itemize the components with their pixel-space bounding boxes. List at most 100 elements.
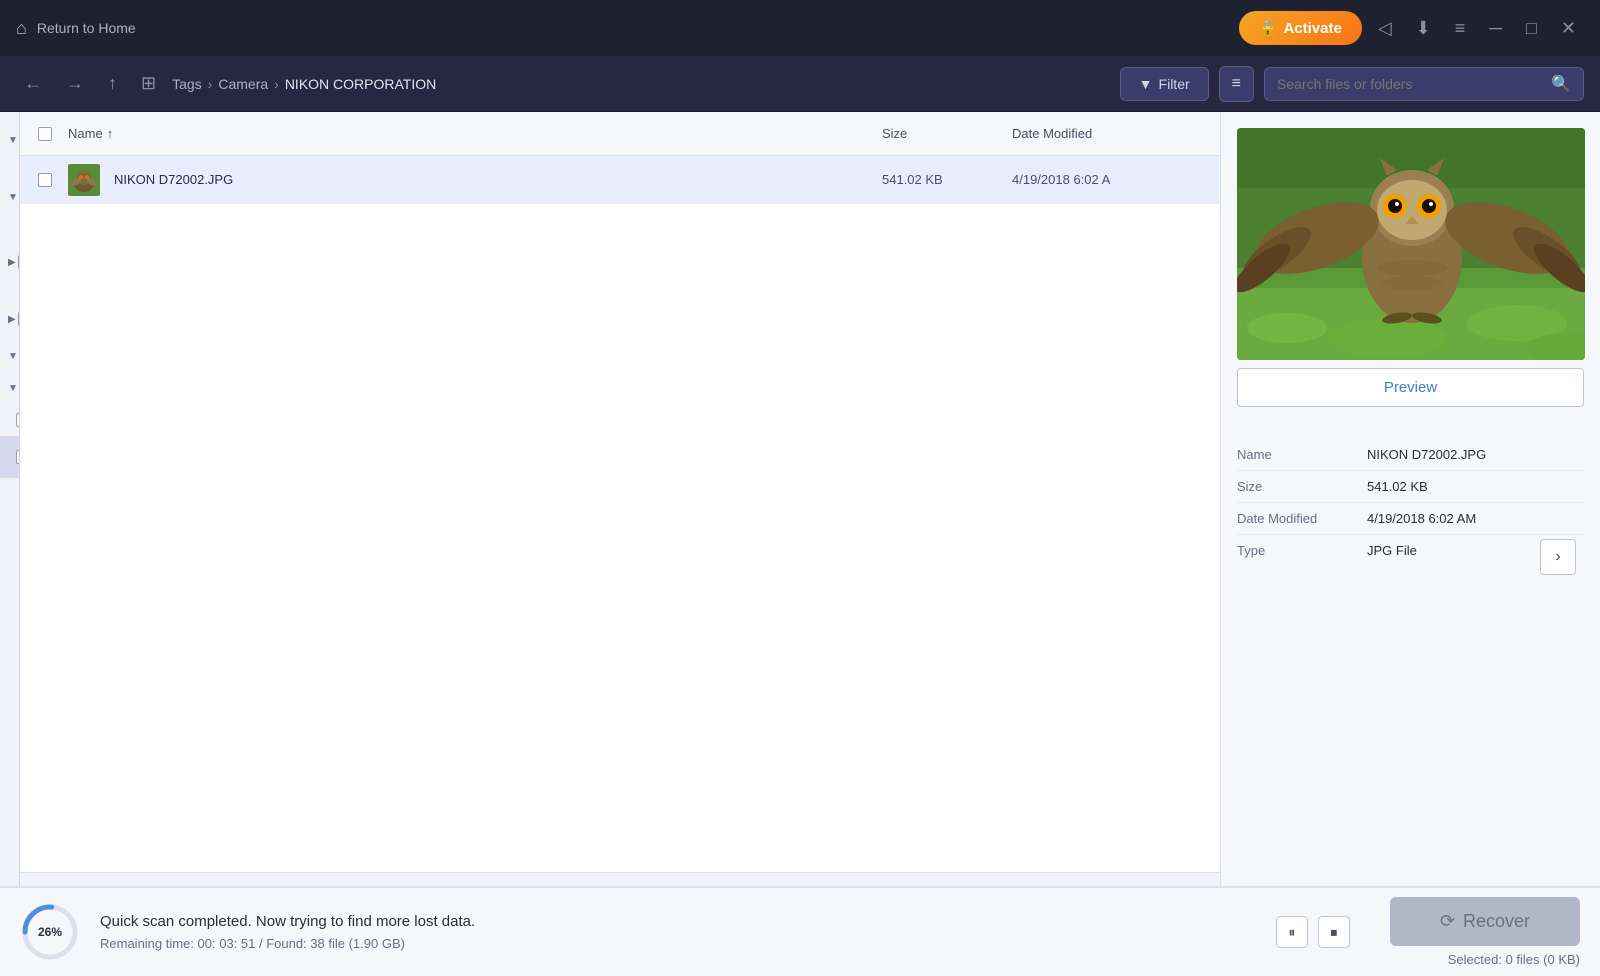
progress-circle: 26% <box>20 902 80 962</box>
select-all-checkbox[interactable] <box>38 127 52 141</box>
breadcrumb-current: NIKON CORPORATION <box>285 76 436 92</box>
back-button[interactable]: ← <box>16 67 50 100</box>
selected-info: Selected: 0 files (0 KB) <box>1448 952 1580 967</box>
file-date-value: 4/19/2018 6:02 A <box>1012 172 1110 187</box>
search-input[interactable] <box>1277 76 1543 92</box>
file-name-col: NIKON D72002.JPG <box>68 164 882 196</box>
forward-button[interactable]: → <box>58 67 92 100</box>
title-bar-left: ⌂ Return to Home <box>16 18 136 39</box>
column-name[interactable]: Name ↑ <box>68 126 882 141</box>
file-name-text: NIKON D72002.JPG <box>114 172 233 187</box>
column-size[interactable]: Size <box>882 126 1012 141</box>
detail-row-date: Date Modified 4/19/2018 6:02 AM <box>1237 503 1584 535</box>
type-label: Type <box>1237 543 1367 558</box>
status-sub-text: Remaining time: 00: 03: 51 / Found: 38 f… <box>100 936 1256 951</box>
preview-panel: Preview Name NIKON D72002.JPG Size 541.0… <box>1220 112 1600 886</box>
file-checkbox-nikon[interactable] <box>38 173 52 187</box>
file-list: Name ↑ Size Date Modified <box>20 112 1220 886</box>
home-icon: ⌂ <box>16 18 27 39</box>
recover-button[interactable]: ⟳ Recover <box>1390 897 1580 946</box>
detail-row-size: Size 541.02 KB <box>1237 471 1584 503</box>
status-info: Quick scan completed. Now trying to find… <box>100 913 1256 951</box>
size-label: Size <box>1237 479 1367 494</box>
header-checkbox-col <box>28 127 68 141</box>
close-button[interactable]: ✕ <box>1553 14 1584 43</box>
search-icon[interactable]: 🔍 <box>1551 74 1571 94</box>
cloud-button[interactable]: ⬇ <box>1408 14 1439 43</box>
maximize-button[interactable]: □ <box>1518 14 1545 43</box>
title-bar: ⌂ Return to Home 🔒 Activate ◁ ⬇ ≡ ─ □ ✕ <box>0 0 1600 56</box>
next-button[interactable]: › <box>1540 539 1576 575</box>
toggle-tags: ▼ <box>8 351 18 362</box>
menu-button[interactable]: ≡ <box>1447 14 1474 43</box>
status-bar: 26% Quick scan completed. Now trying to … <box>0 886 1600 976</box>
recover-label: Recover <box>1463 911 1530 932</box>
toggle-existing: ▶ <box>8 314 16 325</box>
detail-row-name: Name NIKON D72002.JPG <box>1237 439 1584 471</box>
sidebar-item-camera[interactable]: ▼ 📁 Camera 3 <box>0 372 19 404</box>
column-date-modified[interactable]: Date Modified <box>1012 126 1212 141</box>
toggle-camera: ▼ <box>8 383 18 394</box>
toggle-other-lost: ▼ <box>8 192 18 203</box>
sidebar-item-tags[interactable]: ▼ 🏷 Tags ❓ 3 <box>0 340 19 372</box>
horizontal-scrollbar[interactable] <box>20 872 1220 886</box>
row-checkbox-col <box>28 173 68 187</box>
date-value: 4/19/2018 6:02 AM <box>1367 511 1584 526</box>
sidebar-item-other-lost[interactable]: ▼ 📁 Other Lost Files 33 <box>0 169 19 226</box>
file-size-value: 541.02 KB <box>882 172 943 187</box>
breadcrumb-camera[interactable]: Camera <box>218 76 268 92</box>
recover-section: ⟳ Recover Selected: 0 files (0 KB) <box>1390 897 1580 967</box>
sidebar: ▼ 💾 CF CARD (F:) 35 ▼ 📁 Other Lost Files… <box>0 112 20 886</box>
view-menu-button[interactable]: ≡ <box>1219 66 1254 102</box>
up-button[interactable]: ↑ <box>100 67 125 100</box>
progress-percent: 26% <box>38 925 62 939</box>
size-value: 541.02 KB <box>1367 479 1584 494</box>
recover-icon: ⟳ <box>1440 911 1455 932</box>
lock-icon: 🔒 <box>1259 19 1278 37</box>
toggle-files-lost: ▶ <box>8 257 16 268</box>
main-layout: ▼ 💾 CF CARD (F:) 35 ▼ 📁 Other Lost Files… <box>0 112 1600 886</box>
sidebar-item-existing[interactable]: ▶ 📁 Existing Files 2 <box>0 298 19 340</box>
share-button[interactable]: ◁ <box>1370 14 1400 43</box>
file-thumbnail <box>68 164 100 196</box>
sidebar-item-files-lost[interactable]: ▶ ⭐ Files Lost Original N... ❓ 29 <box>0 226 19 298</box>
sidebar-item-nikon[interactable]: 📁 NIKON CORPORATION 1 <box>0 436 19 478</box>
title-bar-right: 🔒 Activate ◁ ⬇ ≡ ─ □ ✕ <box>1239 11 1584 45</box>
filter-button[interactable]: ▼ Filter <box>1120 67 1209 101</box>
toggle-canon <box>8 415 14 426</box>
toggle-cf-card: ▼ <box>8 135 18 146</box>
toggle-nikon <box>8 452 14 463</box>
minimize-button[interactable]: ─ <box>1481 14 1510 43</box>
status-controls: ⏸ ⏹ <box>1276 916 1350 948</box>
file-size-col: 541.02 KB <box>882 172 1012 187</box>
activate-label: Activate <box>1283 20 1341 37</box>
nav-bar: ← → ↑ ⊞ Tags › Camera › NIKON CORPORATIO… <box>0 56 1600 112</box>
filter-icon: ▼ <box>1139 76 1153 92</box>
file-list-body: NIKON D72002.JPG 541.02 KB 4/19/2018 6:0… <box>20 156 1220 872</box>
activate-button[interactable]: 🔒 Activate <box>1239 11 1362 45</box>
table-row[interactable]: NIKON D72002.JPG 541.02 KB 4/19/2018 6:0… <box>20 156 1220 204</box>
preview-details: Name NIKON D72002.JPG Size 541.02 KB Dat… <box>1221 423 1600 886</box>
stop-button[interactable]: ⏹ <box>1318 916 1350 948</box>
sort-icon: ↑ <box>107 126 114 141</box>
sidebar-item-cf-card[interactable]: ▼ 💾 CF CARD (F:) 35 <box>0 112 19 169</box>
status-main-text: Quick scan completed. Now trying to find… <box>100 913 1256 930</box>
breadcrumb: Tags › Camera › NIKON CORPORATION <box>172 76 1112 92</box>
detail-row-type: Type JPG File › <box>1237 535 1584 566</box>
nav-right: ▼ Filter ≡ 🔍 <box>1120 66 1584 102</box>
file-list-header: Name ↑ Size Date Modified <box>20 112 1220 156</box>
name-value: NIKON D72002.JPG <box>1367 447 1584 462</box>
preview-image-container <box>1221 112 1600 368</box>
grid-view-button[interactable]: ⊞ <box>133 67 164 100</box>
sidebar-item-canon[interactable]: 📁 CANON 2 <box>0 404 19 436</box>
search-box: 🔍 <box>1264 67 1584 101</box>
preview-image <box>1237 128 1585 360</box>
breadcrumb-tags[interactable]: Tags <box>172 76 202 92</box>
file-date-col: 4/19/2018 6:02 A <box>1012 172 1212 187</box>
filter-label: Filter <box>1159 76 1190 92</box>
return-home-link[interactable]: Return to Home <box>37 20 136 36</box>
pause-button[interactable]: ⏸ <box>1276 916 1308 948</box>
date-label: Date Modified <box>1237 511 1367 526</box>
preview-button[interactable]: Preview <box>1237 368 1584 407</box>
name-label: Name <box>1237 447 1367 462</box>
